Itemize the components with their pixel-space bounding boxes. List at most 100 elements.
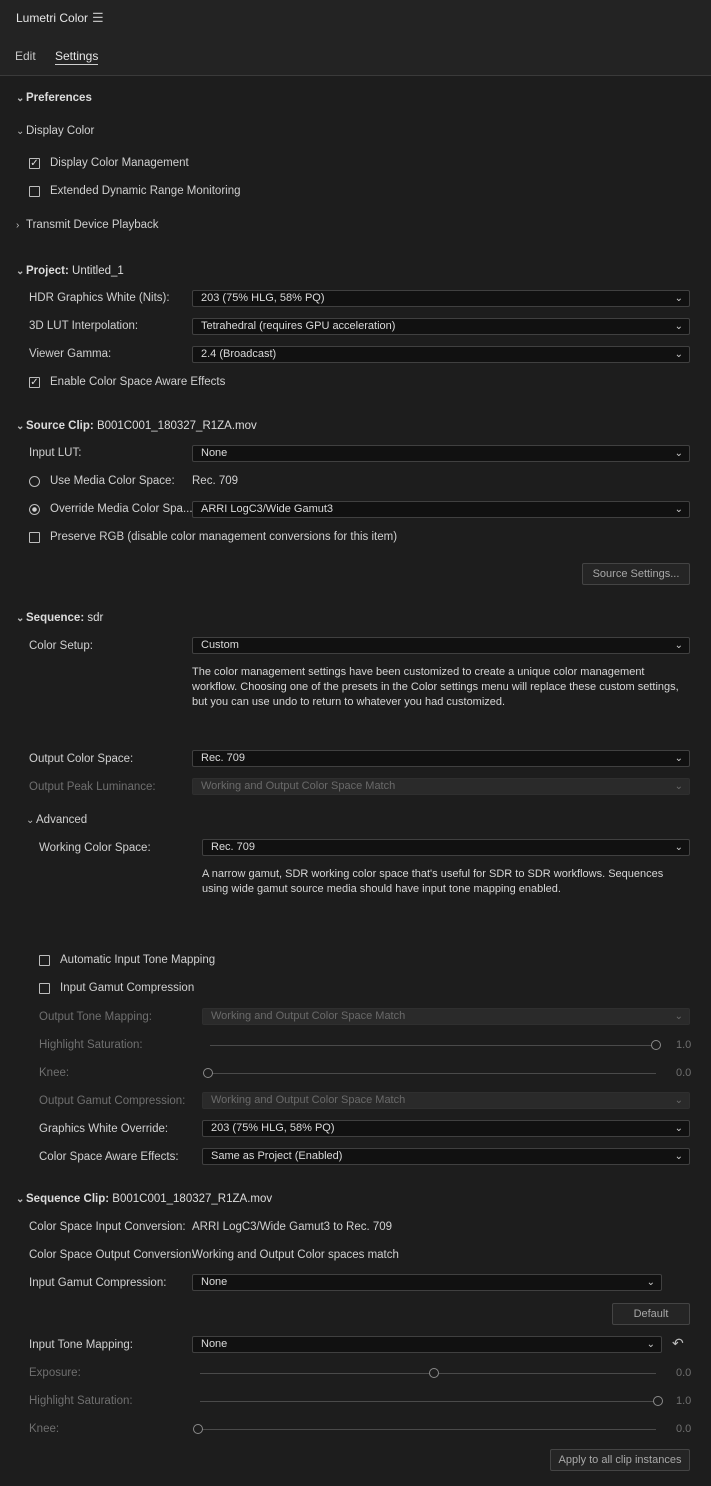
gamut-compression-checkbox[interactable] <box>39 983 50 994</box>
lut-interp-value: Tetrahedral (requires GPU acceleration) <box>201 320 396 332</box>
output-cs-label: Output Color Space: <box>29 753 134 765</box>
panel-title: Lumetri Color <box>16 11 89 25</box>
sequence-title: Sequence: <box>26 612 85 624</box>
csa-value: Same as Project (Enabled) <box>211 1150 343 1162</box>
input-conv-label: Color Space Input Conversion: <box>29 1221 186 1233</box>
csa-label: Color Space Aware Effects: <box>39 1151 179 1163</box>
adv-highlight-sat-label: Highlight Saturation: <box>39 1039 143 1051</box>
csa-dropdown[interactable]: Same as Project (Enabled) ⌄ <box>202 1148 690 1165</box>
tab-edit[interactable]: Edit <box>15 49 36 63</box>
exposure-thumb[interactable] <box>429 1368 439 1378</box>
tab-settings[interactable]: Settings <box>55 49 99 65</box>
section-source-clip[interactable]: ⌄ Source Clip: B001C001_180327_R1ZA.mov <box>16 420 257 432</box>
advanced-title: Advanced <box>36 814 88 826</box>
hamburger-menu-icon[interactable]: ☰ <box>92 10 104 26</box>
adv-highlight-sat-slider[interactable] <box>210 1045 656 1046</box>
preserve-rgb-checkbox[interactable] <box>29 532 40 543</box>
preferences-title: Preferences <box>26 92 92 104</box>
adv-knee-slider[interactable] <box>210 1073 656 1074</box>
section-sequence-clip[interactable]: ⌄ Sequence Clip: B001C001_180327_R1ZA.mov <box>16 1193 272 1205</box>
chevron-down-icon: ⌄ <box>16 613 25 624</box>
color-setup-dropdown[interactable]: Custom ⌄ <box>192 637 690 654</box>
chevron-down-icon: ⌄ <box>16 266 25 277</box>
source-clip-name: B001C001_180327_R1ZA.mov <box>96 420 257 432</box>
edr-monitoring-checkbox[interactable] <box>29 186 40 197</box>
input-gamut-dropdown[interactable]: None ⌄ <box>192 1274 662 1291</box>
exposure-value: 0.0 <box>676 1367 692 1379</box>
auto-tone-mapping-checkbox[interactable] <box>39 955 50 966</box>
chevron-down-icon: ⌄ <box>16 1194 25 1205</box>
csa-effects-checkbox[interactable]: ✓ <box>29 377 40 388</box>
chevron-right-icon: › <box>16 220 20 231</box>
chevron-down-icon: ⌄ <box>674 842 683 853</box>
chevron-down-icon: ⌄ <box>674 1123 683 1134</box>
input-tone-dropdown[interactable]: None ⌄ <box>192 1336 662 1353</box>
chevron-down-icon: ⌄ <box>674 293 683 304</box>
exposure-slider[interactable] <box>200 1373 656 1374</box>
viewer-gamma-dropdown[interactable]: 2.4 (Broadcast) ⌄ <box>192 346 690 363</box>
color-setup-label: Color Setup: <box>29 640 93 652</box>
apply-all-instances-button[interactable]: Apply to all clip instances <box>550 1449 690 1471</box>
gfx-white-label: Graphics White Override: <box>39 1123 169 1135</box>
knee-thumb[interactable] <box>193 1424 203 1434</box>
adv-knee-value: 0.0 <box>676 1067 692 1079</box>
adv-knee-thumb[interactable] <box>203 1068 213 1078</box>
lut-interp-dropdown[interactable]: Tetrahedral (requires GPU acceleration) ⌄ <box>192 318 690 335</box>
section-project[interactable]: ⌄ Project: Untitled_1 <box>16 265 124 277</box>
working-cs-label: Working Color Space: <box>39 842 151 854</box>
display-color-management-checkbox[interactable]: ✓ <box>29 158 40 169</box>
output-cs-dropdown[interactable]: Rec. 709 ⌄ <box>192 750 690 767</box>
input-lut-value: None <box>201 447 228 459</box>
section-preferences[interactable]: ⌄ Preferences <box>16 92 92 104</box>
knee-slider[interactable] <box>200 1429 656 1430</box>
section-sequence[interactable]: ⌄ Sequence: sdr <box>16 612 103 624</box>
highlight-sat-slider[interactable] <box>200 1401 656 1402</box>
chevron-down-icon: ⌄ <box>16 421 25 432</box>
output-peak-dropdown: Working and Output Color Space Match ⌄ <box>192 778 690 795</box>
reset-icon[interactable]: ↶ <box>672 1335 684 1352</box>
chevron-down-icon: ⌄ <box>674 1011 683 1022</box>
section-display-color[interactable]: ⌄ Display Color <box>16 125 94 137</box>
output-gamut-label: Output Gamut Compression: <box>39 1095 186 1107</box>
color-setup-value: Custom <box>201 639 239 651</box>
chevron-down-icon: ⌄ <box>26 815 35 826</box>
output-gamut-dropdown: Working and Output Color Space Match ⌄ <box>202 1092 690 1109</box>
source-settings-button[interactable]: Source Settings... <box>582 563 690 585</box>
override-media-dropdown[interactable]: ARRI LogC3/Wide Gamut3 ⌄ <box>192 501 690 518</box>
working-cs-value: Rec. 709 <box>211 841 256 853</box>
seq-clip-title: Sequence Clip: <box>26 1193 110 1205</box>
hdr-white-dropdown[interactable]: 203 (75% HLG, 58% PQ) ⌄ <box>192 290 690 307</box>
lut-interp-label: 3D LUT Interpolation: <box>29 320 139 332</box>
override-media-radio[interactable] <box>29 504 40 515</box>
chevron-down-icon: ⌄ <box>674 1151 683 1162</box>
chevron-down-icon: ⌄ <box>674 504 683 515</box>
output-gamut-value: Working and Output Color Space Match <box>211 1094 406 1106</box>
output-peak-value: Working and Output Color Space Match <box>201 780 396 792</box>
gfx-white-dropdown[interactable]: 203 (75% HLG, 58% PQ) ⌄ <box>202 1120 690 1137</box>
hdr-white-label: HDR Graphics White (Nits): <box>29 292 170 304</box>
use-media-value: Rec. 709 <box>192 475 239 487</box>
adv-highlight-sat-thumb[interactable] <box>651 1040 661 1050</box>
input-lut-label: Input LUT: <box>29 447 82 459</box>
chevron-down-icon: ⌄ <box>674 349 683 360</box>
knee-value: 0.0 <box>676 1423 692 1435</box>
display-color-title: Display Color <box>26 125 95 137</box>
input-tone-label: Input Tone Mapping: <box>29 1339 134 1351</box>
default-button[interactable]: Default <box>612 1303 690 1325</box>
input-conv-value: ARRI LogC3/Wide Gamut3 to Rec. 709 <box>192 1221 393 1233</box>
working-cs-dropdown[interactable]: Rec. 709 ⌄ <box>202 839 690 856</box>
override-media-label: Override Media Color Spa... <box>50 503 193 515</box>
transmit-title: Transmit Device Playback <box>26 219 159 231</box>
chevron-down-icon: ⌄ <box>674 321 683 332</box>
section-advanced[interactable]: ⌄ Advanced <box>26 814 87 826</box>
section-transmit-device-playback[interactable]: › Transmit Device Playback <box>16 219 159 231</box>
use-media-radio[interactable] <box>29 476 40 487</box>
color-setup-description: The color management settings have been … <box>192 666 679 708</box>
chevron-down-icon: ⌄ <box>646 1339 655 1350</box>
edr-monitoring-label: Extended Dynamic Range Monitoring <box>50 185 241 197</box>
output-tone-mapping-label: Output Tone Mapping: <box>39 1011 152 1023</box>
chevron-down-icon: ⌄ <box>674 781 683 792</box>
highlight-sat-thumb[interactable] <box>653 1396 663 1406</box>
input-lut-dropdown[interactable]: None ⌄ <box>192 445 690 462</box>
project-name: Untitled_1 <box>72 265 124 277</box>
